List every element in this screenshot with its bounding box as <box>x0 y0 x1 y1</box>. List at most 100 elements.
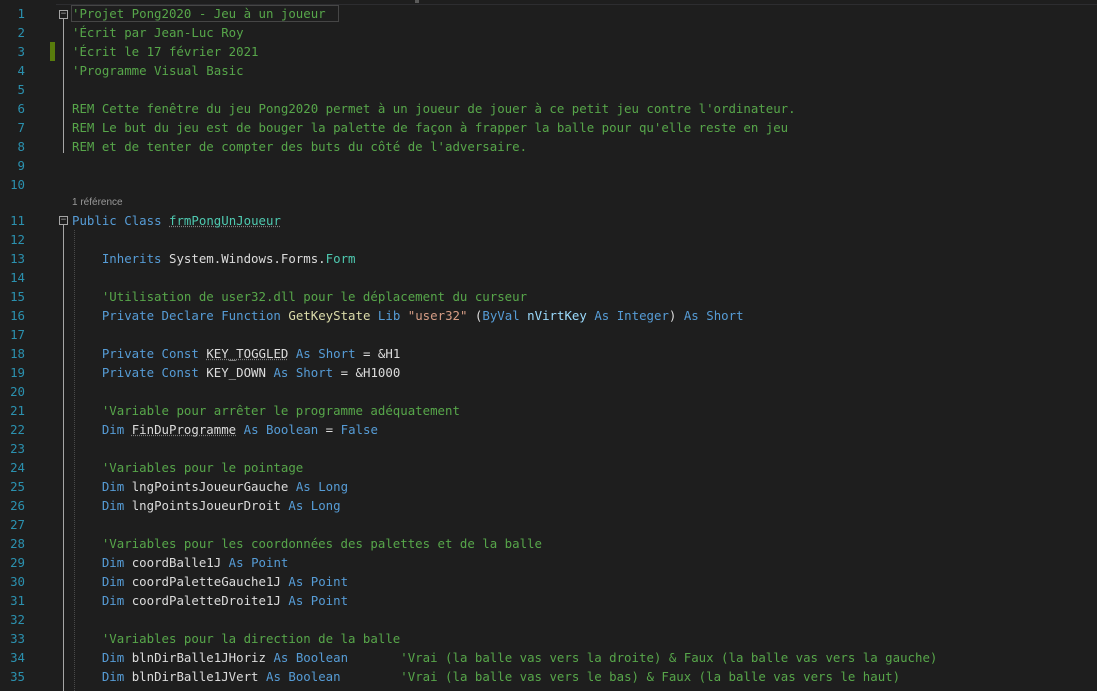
line-code[interactable]: Private Declare Function GetKeyState Lib… <box>72 307 744 325</box>
line-number: 6 <box>17 101 25 116</box>
line-code[interactable]: 'Utilisation de user32.dll pour le dépla… <box>72 288 527 306</box>
line-number: 27 <box>10 517 25 532</box>
code-token: Long <box>318 479 349 494</box>
code-token: System.Windows.Forms. <box>161 251 326 266</box>
code-token: = &H1 <box>355 346 401 361</box>
code-token: As <box>273 650 289 665</box>
code-token: frmPongUnJoueur <box>169 213 281 228</box>
line-code[interactable]: Dim coordPaletteDroite1J As Point <box>72 592 348 610</box>
change-marker <box>50 42 55 61</box>
line-code[interactable]: Dim coordBalle1J As Point <box>72 554 289 572</box>
line-code[interactable]: 'Variables pour la direction de la balle <box>72 630 400 648</box>
line-code[interactable]: Private Const KEY_DOWN As Short = &H1000 <box>72 364 400 382</box>
code-token: REM Le but du jeu est de bouger la palet… <box>72 120 789 135</box>
line-number: 22 <box>10 422 25 437</box>
line-code[interactable]: 'Variables pour les coordonnées des pale… <box>72 535 542 553</box>
line-code[interactable]: 'Écrit le 17 février 2021 <box>72 43 259 61</box>
code-token: coordBalle1J <box>124 555 229 570</box>
line-number: 3 <box>17 44 25 59</box>
line-code[interactable]: Dim blnDirBalle1JHoriz As Boolean 'Vrai … <box>72 649 938 667</box>
line-number: 18 <box>10 346 25 361</box>
code-token: Short <box>318 346 356 361</box>
code-token: Integer <box>616 308 669 323</box>
code-token: Class <box>124 213 162 228</box>
code-token: Function <box>221 308 281 323</box>
line-code[interactable]: REM Le but du jeu est de bouger la palet… <box>72 119 788 137</box>
code-token: 'Écrit par Jean-Luc Roy <box>72 25 244 40</box>
code-token: GetKeyState <box>288 308 371 323</box>
code-token: Boolean <box>266 422 319 437</box>
code-token: Private <box>101 308 155 323</box>
line-number: 11 <box>10 213 25 228</box>
line-code[interactable]: Dim lngPointsJoueurDroit As Long <box>72 497 341 515</box>
code-token: As <box>594 308 610 323</box>
line-number: 1 <box>17 6 25 21</box>
line-code[interactable]: 'Variables pour le pointage <box>72 459 303 477</box>
code-token: REM Cette fenêtre du jeu Pong2020 permet… <box>72 101 796 116</box>
line-number: 15 <box>10 289 25 304</box>
outline-bracket <box>63 225 64 691</box>
line-code[interactable]: REM et de tenter de compter des buts du … <box>72 138 527 156</box>
collapse-toggle-icon[interactable]: − <box>59 216 68 225</box>
outline-bracket <box>63 19 64 153</box>
line-number: 24 <box>10 460 25 475</box>
line-number: 33 <box>10 631 25 646</box>
code-token: Lib <box>377 308 401 323</box>
code-token: 'Variable pour arrêter le programme adéq… <box>101 403 460 418</box>
line-code[interactable]: Dim blnDirBalle1JVert As Boolean 'Vrai (… <box>72 668 900 686</box>
code-token: As <box>273 365 289 380</box>
line-code[interactable]: 'Écrit par Jean-Luc Roy <box>72 24 244 42</box>
line-code[interactable]: Public Class frmPongUnJoueur <box>72 212 281 230</box>
line-code[interactable]: Private Const KEY_TOGGLED As Short = &H1 <box>72 345 400 363</box>
code-token: = &H1000 <box>333 365 401 380</box>
code-token: Point <box>310 593 349 608</box>
line-number: 20 <box>10 384 25 399</box>
code-token: Dim <box>101 555 125 570</box>
code-token: As <box>288 574 304 589</box>
code-token: lngPointsJoueurDroit <box>124 498 289 513</box>
line-code[interactable]: Dim coordPaletteGauche1J As Point <box>72 573 348 591</box>
code-token: Dim <box>101 422 125 437</box>
codelens-references[interactable]: 1 référence <box>72 197 123 208</box>
collapse-toggle-icon[interactable]: − <box>59 10 68 19</box>
code-token: 'Vrai (la balle vas vers la droite) & Fa… <box>400 650 938 665</box>
line-number: 9 <box>17 158 25 173</box>
code-token: blnDirBalle1JVert <box>124 669 266 684</box>
line-number: 23 <box>10 441 25 456</box>
line-number: 25 <box>10 479 25 494</box>
code-token: Private <box>101 365 155 380</box>
line-code[interactable]: Dim lngPointsJoueurGauche As Long <box>72 478 348 496</box>
line-code[interactable]: Dim FinDuProgramme As Boolean = False <box>72 421 378 439</box>
line-code[interactable]: REM Cette fenêtre du jeu Pong2020 permet… <box>72 100 796 118</box>
line-code[interactable]: 'Variable pour arrêter le programme adéq… <box>72 402 460 420</box>
line-code[interactable]: Inherits System.Windows.Forms.Form <box>72 250 356 268</box>
line-code[interactable]: 'Projet Pong2020 - Jeu à un joueur <box>72 5 326 23</box>
line-code[interactable]: 'Programme Visual Basic <box>72 62 244 80</box>
code-token: As <box>265 669 281 684</box>
code-token: Const <box>161 346 199 361</box>
code-token: 'Écrit le 17 février 2021 <box>72 44 259 59</box>
code-token: ( <box>467 308 483 323</box>
code-token: Short <box>295 365 334 380</box>
line-number: 16 <box>10 308 25 323</box>
code-token: Dim <box>101 650 125 665</box>
code-token: KEY_TOGGLED <box>206 346 289 361</box>
code-token: 'Utilisation de user32.dll pour le dépla… <box>101 289 528 304</box>
code-editor[interactable]: − − 1 référence 1 'Projet Pong2020 - Jeu … <box>0 0 1097 691</box>
line-number: 35 <box>10 669 25 684</box>
code-token: Boolean <box>288 669 341 684</box>
